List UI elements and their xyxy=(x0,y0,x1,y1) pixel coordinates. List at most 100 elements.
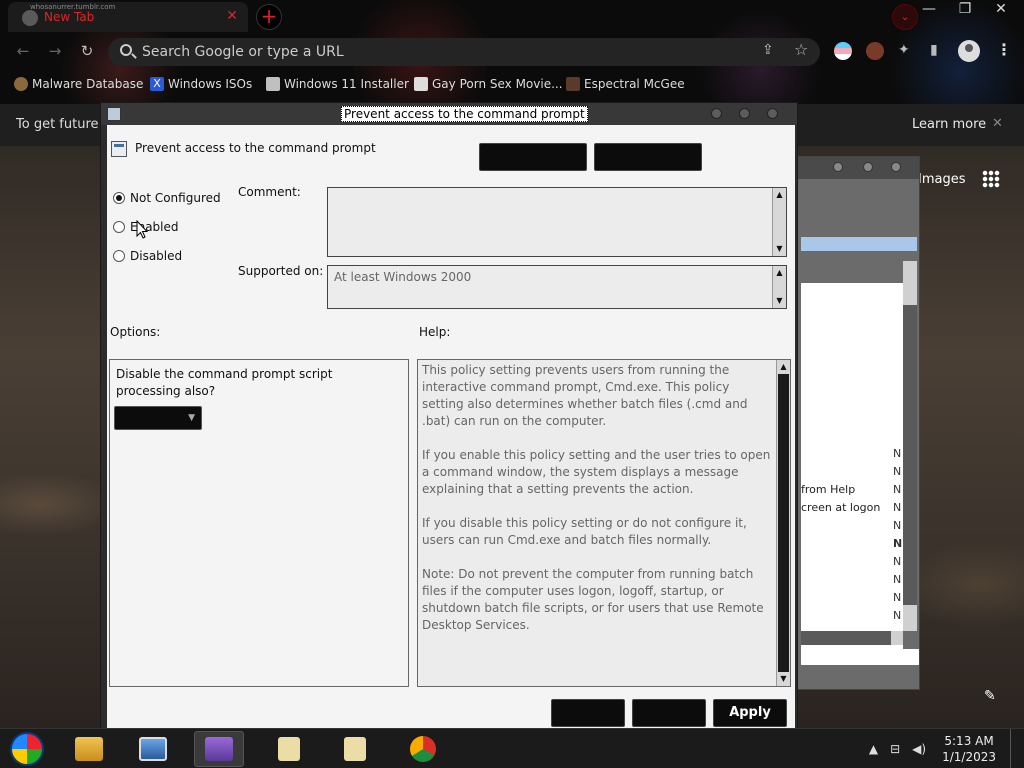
help-scrollbar[interactable]: ▲ ▼ xyxy=(776,360,790,686)
help-pane: This policy setting prevents users from … xyxy=(417,359,791,687)
bg-scroll-thumb[interactable] xyxy=(903,305,917,605)
bookmark-malware-database[interactable]: Malware Database xyxy=(14,77,143,91)
scroll-down-icon[interactable]: ▼ xyxy=(777,672,790,686)
info-bar-close-icon[interactable]: ✕ xyxy=(992,116,1003,131)
bookmark-windows-isos[interactable]: X Windows ISOs xyxy=(150,77,252,91)
google-apps-icon[interactable] xyxy=(982,170,1000,188)
bookmark-label: Windows 11 Installer xyxy=(284,77,409,91)
photo-viewer-icon xyxy=(139,737,167,761)
bg-list-row[interactable]: creen at logon xyxy=(801,501,880,514)
comment-textarea[interactable]: ▲ ▼ xyxy=(327,187,787,257)
minimize-button[interactable]: — xyxy=(918,0,940,20)
browser-window-frame: whosanurrer.tumblr.com New Tab ✕ + ⌄ — ❐… xyxy=(0,0,1024,104)
option-description: Disable the command prompt script proces… xyxy=(116,367,333,398)
help-scroll-thumb[interactable] xyxy=(778,374,789,672)
radio-button-checked[interactable] xyxy=(113,192,125,204)
close-window-button[interactable]: ✕ xyxy=(990,0,1012,20)
radio-button[interactable] xyxy=(113,250,125,262)
comment-scrollbar[interactable]: ▲ ▼ xyxy=(772,188,786,256)
scroll-down-icon[interactable]: ▼ xyxy=(773,242,786,256)
taskbar-file-explorer[interactable] xyxy=(64,731,114,767)
scroll-up-icon[interactable]: ▲ xyxy=(773,188,786,202)
help-paragraph: Note: Do not prevent the computer from r… xyxy=(422,567,764,632)
dialog-maximize-button[interactable] xyxy=(739,108,750,119)
policy-setting-dialog: Prevent access to the command prompt Pre… xyxy=(100,102,798,730)
extension-avatar-icon[interactable] xyxy=(866,42,884,60)
group-policy-editor-window: from Help creen at logon N N N N N N N N… xyxy=(784,156,920,690)
bg-hscroll-thumb[interactable] xyxy=(801,631,891,645)
dialog-titlebar[interactable]: Prevent access to the command prompt xyxy=(101,103,797,125)
extension-flag-icon[interactable] xyxy=(834,42,852,60)
ok-button[interactable] xyxy=(551,699,625,727)
bg-minimize-button[interactable] xyxy=(833,162,843,172)
scroll-down-icon[interactable]: ▼ xyxy=(773,294,786,308)
bookmark-windows-11-installer[interactable]: Windows 11 Installer xyxy=(266,77,409,91)
notepad-icon xyxy=(344,737,366,761)
bg-state-cell: N xyxy=(893,519,902,532)
taskbar-group-policy[interactable] xyxy=(194,731,244,767)
taskbar-notepad-1[interactable] xyxy=(264,731,314,767)
bg-selected-row[interactable] xyxy=(801,237,917,251)
bg-tab-strip xyxy=(801,649,919,665)
address-bar[interactable]: Search Google or type a URL xyxy=(108,38,820,66)
forward-button[interactable]: → xyxy=(44,42,66,60)
start-button[interactable] xyxy=(10,732,44,766)
bookmark-label: Windows ISOs xyxy=(168,77,253,91)
reload-button[interactable]: ↻ xyxy=(76,42,98,60)
person-icon xyxy=(14,77,28,91)
profile-avatar[interactable] xyxy=(958,40,980,62)
customize-pencil-icon[interactable]: ✎ xyxy=(984,688,996,704)
help-paragraph: This policy setting prevents users from … xyxy=(422,363,748,428)
help-text: This policy setting prevents users from … xyxy=(422,362,772,651)
bg-close-button[interactable] xyxy=(891,162,901,172)
supported-on-scrollbar[interactable]: ▲ ▼ xyxy=(772,266,786,308)
radio-not-configured[interactable]: Not Configured xyxy=(113,191,221,205)
taskbar-chrome[interactable] xyxy=(398,731,448,767)
extensions-puzzle-icon[interactable]: ✦ xyxy=(898,42,910,58)
bookmark-espectral-mcgee[interactable]: Espectral McGee xyxy=(566,77,685,91)
tab-search-dropdown-button[interactable]: ⌄ xyxy=(892,4,918,30)
radio-button[interactable] xyxy=(113,221,125,233)
radio-disabled[interactable]: Disabled xyxy=(113,249,182,263)
taskbar-photo-viewer[interactable] xyxy=(128,731,178,767)
network-icon[interactable]: ⊟ xyxy=(890,742,900,756)
scroll-up-icon[interactable]: ▲ xyxy=(773,266,786,280)
learn-more-link[interactable]: Learn more xyxy=(912,117,986,132)
bookmark-star-icon[interactable]: ☆ xyxy=(794,40,808,59)
tab-close-icon[interactable]: ✕ xyxy=(226,8,238,24)
bookmark-label: Gay Porn Sex Movie... xyxy=(432,77,563,91)
dialog-title: Prevent access to the command prompt xyxy=(341,106,588,122)
new-tab-button[interactable]: + xyxy=(256,4,282,30)
cancel-button[interactable] xyxy=(632,699,706,727)
browser-menu-icon[interactable]: ⋮ xyxy=(996,40,1012,59)
tab-tiny-url: whosanurrer.tumblr.com xyxy=(30,3,116,11)
bookmark-video[interactable]: Gay Porn Sex Movie... xyxy=(414,77,563,91)
clock[interactable]: 5:13 AM 1/1/2023 xyxy=(942,733,996,765)
apply-button[interactable]: Apply xyxy=(713,699,787,727)
bg-list-row[interactable]: from Help xyxy=(801,483,855,496)
images-link[interactable]: Images xyxy=(918,172,966,187)
show-hidden-icons-icon[interactable]: ▲ xyxy=(869,742,878,756)
previous-setting-button[interactable] xyxy=(479,143,587,171)
dialog-minimize-button[interactable] xyxy=(711,108,722,119)
back-button[interactable]: ← xyxy=(12,42,34,60)
search-icon xyxy=(120,44,132,56)
dialog-close-button[interactable] xyxy=(767,108,778,119)
scroll-up-icon[interactable]: ▲ xyxy=(777,360,790,374)
next-setting-button[interactable] xyxy=(594,143,702,171)
bg-maximize-button[interactable] xyxy=(863,162,873,172)
tab-title: New Tab xyxy=(44,10,95,24)
share-icon[interactable]: ⇪ xyxy=(762,42,774,58)
bookmark-label: Malware Database xyxy=(32,77,144,91)
dialog-body: Prevent access to the command prompt Not… xyxy=(107,125,795,729)
maximize-button[interactable]: ❐ xyxy=(954,0,976,20)
tab-new-tab[interactable]: whosanurrer.tumblr.com New Tab ✕ xyxy=(8,2,248,32)
show-desktop-button[interactable] xyxy=(1010,729,1016,768)
tab-favicon-icon xyxy=(22,10,38,26)
chevron-down-icon: ▼ xyxy=(188,413,195,423)
bg-state-cell: N xyxy=(893,501,902,514)
taskbar-notepad-2[interactable] xyxy=(330,731,380,767)
volume-icon[interactable]: ◀) xyxy=(912,742,926,756)
side-panel-icon[interactable]: ▮ xyxy=(930,42,938,58)
script-processing-dropdown[interactable]: ▼ xyxy=(114,406,202,430)
